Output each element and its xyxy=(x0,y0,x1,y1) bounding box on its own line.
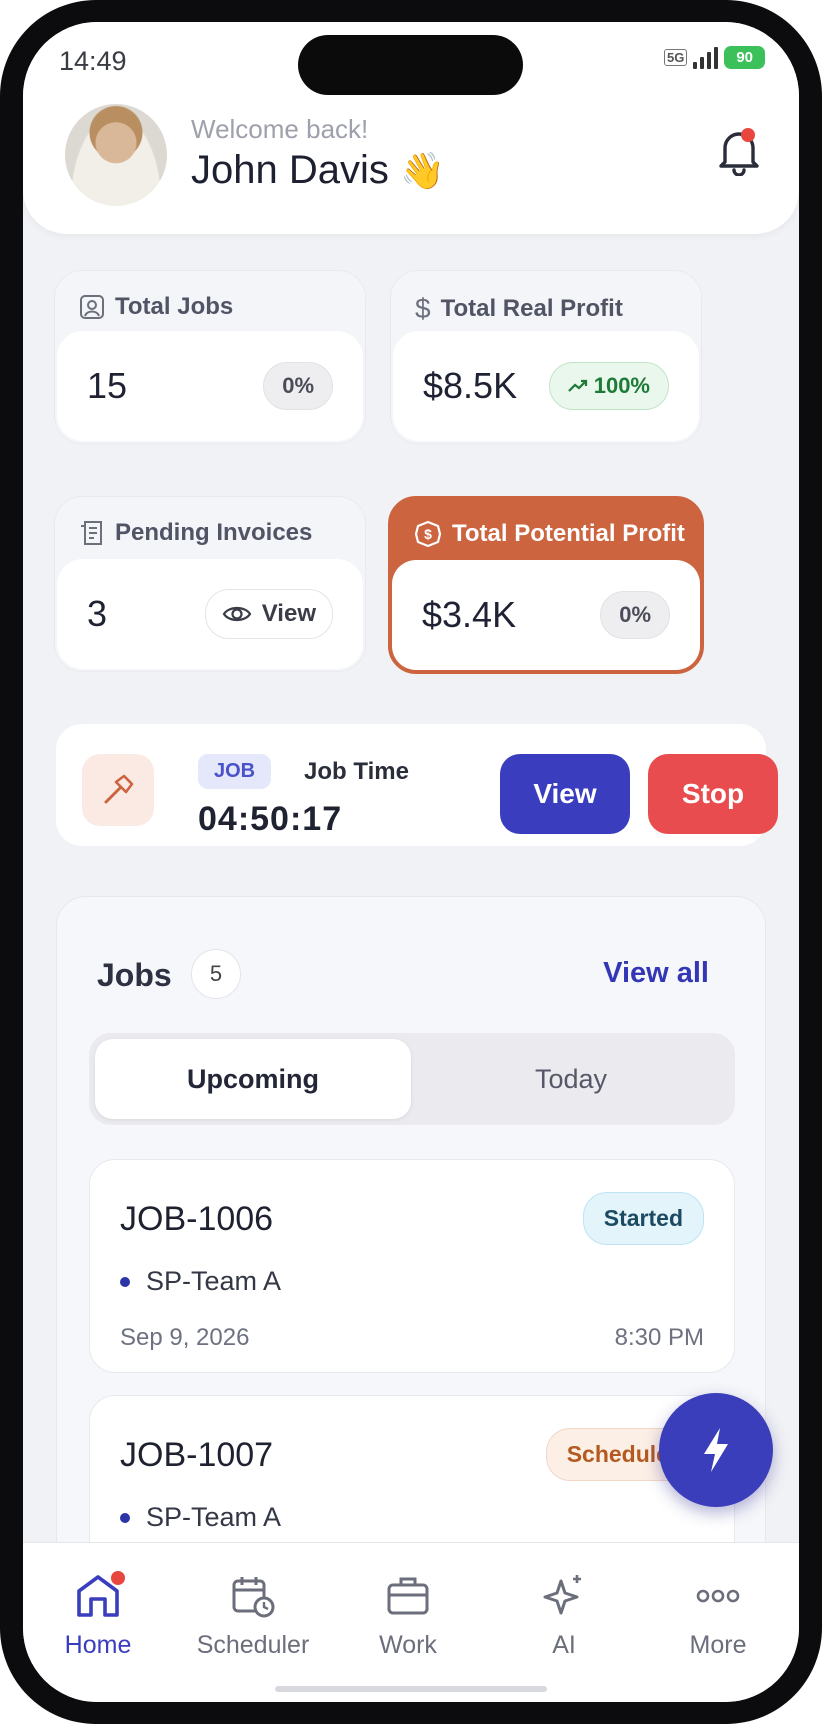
header: 14:49 5G 90 Welcome back! John Davis 👋 xyxy=(23,22,799,234)
job-id: JOB-1007 xyxy=(120,1436,274,1474)
change-badge: 0% xyxy=(263,362,333,410)
job-date: Sep 9, 2026 xyxy=(120,1324,250,1351)
stat-header: $ Total Potential Profit xyxy=(414,520,685,548)
view-invoices-button[interactable]: View xyxy=(204,589,333,639)
stat-value: 15 xyxy=(87,365,128,406)
bell-icon[interactable] xyxy=(715,126,763,176)
tab-today[interactable]: Today xyxy=(413,1039,729,1119)
stat-header: Total Jobs xyxy=(79,293,233,321)
battery-indicator: 90 xyxy=(724,46,765,69)
notification-badge xyxy=(741,128,755,142)
stat-header: Pending Invoices xyxy=(79,519,312,547)
stat-card-total-real-profit[interactable]: $ Total Real Profit $8.5K 100% xyxy=(390,270,702,444)
network-label: 5G xyxy=(663,49,688,66)
nav-label: Home xyxy=(64,1631,132,1659)
stop-timer-button[interactable]: Stop xyxy=(648,754,778,834)
phone-frame: 14:49 5G 90 Welcome back! John Davis 👋 T… xyxy=(0,0,822,1724)
user-square-icon xyxy=(80,295,104,319)
nav-home[interactable]: Home xyxy=(23,1571,173,1660)
lightning-icon xyxy=(704,1428,728,1472)
invoice-icon xyxy=(81,521,102,545)
job-team: SP-Team A xyxy=(120,1502,281,1533)
trend-up-icon xyxy=(567,379,587,392)
home-indicator xyxy=(275,1686,547,1692)
avatar[interactable] xyxy=(65,104,167,206)
timer-value: 04:50:17 xyxy=(198,800,343,838)
stat-label: Total Real Profit xyxy=(440,295,623,322)
status-indicators: 5G 90 xyxy=(663,46,765,69)
stat-value: 3 xyxy=(87,593,108,634)
tab-upcoming[interactable]: Upcoming xyxy=(95,1039,411,1119)
stat-body: 3 View xyxy=(57,559,363,669)
team-dot-icon xyxy=(120,1276,130,1287)
coin-icon: $ xyxy=(414,520,442,548)
eye-icon xyxy=(222,606,252,622)
stat-card-total-jobs[interactable]: Total Jobs 15 0% xyxy=(54,270,366,444)
user-name: John Davis 👋 xyxy=(191,148,445,193)
nav-scheduler[interactable]: Scheduler xyxy=(178,1573,328,1660)
view-all-link[interactable]: View all xyxy=(603,957,709,990)
team-name: SP-Team A xyxy=(146,1502,282,1532)
view-label: View xyxy=(261,600,316,627)
welcome-text: Welcome back! xyxy=(191,114,369,144)
wave-emoji: 👋 xyxy=(400,150,445,191)
stat-label: Total Potential Profit xyxy=(452,520,685,547)
job-timer-card: JOB Job Time 04:50:17 View Stop xyxy=(56,724,778,846)
stat-value: $8.5K xyxy=(423,365,518,406)
change-badge: 100% xyxy=(548,362,669,410)
more-icon xyxy=(696,1589,740,1603)
stat-card-total-potential-profit[interactable]: $ Total Potential Profit $3.4K 0% xyxy=(388,496,704,674)
hammer-icon xyxy=(82,754,154,826)
status-time: 14:49 xyxy=(59,46,127,76)
nav-more[interactable]: More xyxy=(643,1573,793,1660)
stat-body: $3.4K 0% xyxy=(392,560,700,670)
dynamic-island xyxy=(298,35,523,95)
job-tag: JOB xyxy=(198,754,272,789)
job-team: SP-Team A xyxy=(120,1266,281,1297)
jobs-count-badge: 5 xyxy=(191,949,241,999)
home-badge xyxy=(111,1571,125,1585)
calendar-clock-icon xyxy=(232,1577,275,1618)
briefcase-icon xyxy=(387,1577,429,1615)
stat-body: $8.5K 100% xyxy=(393,331,699,441)
nav-label: Scheduler xyxy=(196,1631,310,1659)
signal-icon xyxy=(693,46,719,69)
job-card[interactable]: JOB-1006 Started SP-Team A Sep 9, 2026 8… xyxy=(89,1159,735,1373)
team-dot-icon xyxy=(120,1512,130,1523)
quick-action-button[interactable] xyxy=(659,1393,773,1507)
job-time: 8:30 PM xyxy=(614,1324,704,1351)
change-badge: 0% xyxy=(600,591,670,639)
user-name-text: John Davis xyxy=(191,148,389,192)
view-job-button[interactable]: View xyxy=(500,754,630,834)
jobs-title: Jobs xyxy=(97,957,172,993)
nav-label: Work xyxy=(379,1631,437,1659)
nav-ai[interactable]: AI xyxy=(489,1573,639,1660)
bottom-navigation: Home Scheduler Work AI More xyxy=(23,1542,799,1702)
stat-card-pending-invoices[interactable]: Pending Invoices 3 View xyxy=(54,496,366,672)
nav-label: More xyxy=(689,1631,747,1659)
stat-value: $3.4K xyxy=(422,594,517,635)
job-time-label: Job Time xyxy=(304,758,409,785)
jobs-tab-control: Upcoming Today xyxy=(89,1033,735,1125)
nav-work[interactable]: Work xyxy=(333,1573,483,1660)
app-screen: 14:49 5G 90 Welcome back! John Davis 👋 T… xyxy=(23,22,799,1702)
sparkle-icon xyxy=(543,1575,581,1615)
nav-label: AI xyxy=(552,1631,576,1659)
stat-body: 15 0% xyxy=(57,331,363,441)
stat-label: Pending Invoices xyxy=(115,519,313,546)
change-value: 100% xyxy=(593,373,650,398)
status-badge: Started xyxy=(582,1192,704,1245)
team-name: SP-Team A xyxy=(146,1266,282,1296)
stat-label: Total Jobs xyxy=(115,293,234,320)
dollar-icon: $ xyxy=(415,293,431,324)
job-id: JOB-1006 xyxy=(120,1200,274,1238)
svg-text:$: $ xyxy=(424,526,432,542)
stat-header: $ Total Real Profit xyxy=(415,293,623,325)
